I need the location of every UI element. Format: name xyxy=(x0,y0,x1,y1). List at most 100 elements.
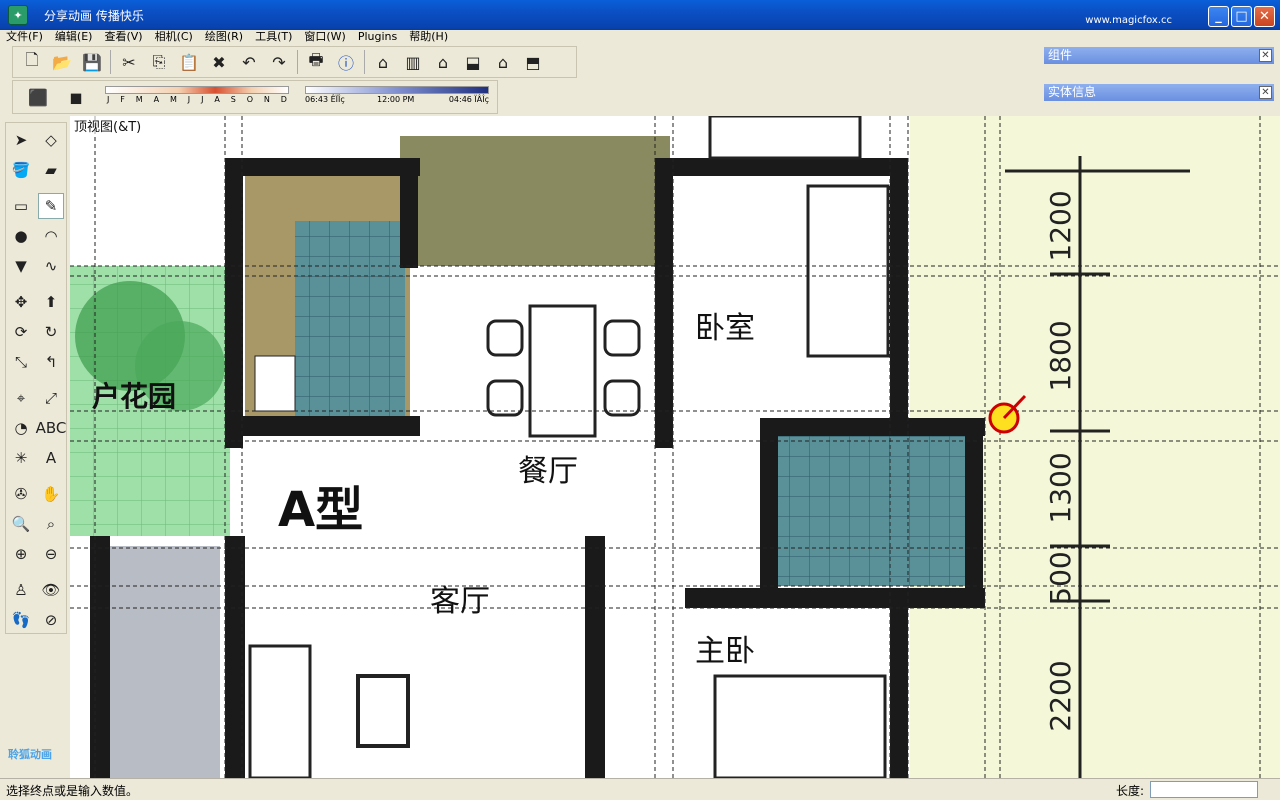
orbit-icon[interactable]: ✇ xyxy=(8,481,34,507)
components-panel[interactable]: 组件 ✕ xyxy=(1044,47,1274,64)
menu-camera[interactable]: 相机(C) xyxy=(149,30,199,44)
save-icon[interactable]: 💾 xyxy=(79,49,105,75)
length-input[interactable] xyxy=(1150,781,1258,798)
maximize-button[interactable]: □ xyxy=(1231,6,1252,27)
kitchen-tiles xyxy=(295,221,405,416)
walk-icon[interactable]: 👣 xyxy=(8,607,34,633)
menu-draw[interactable]: 绘图(R) xyxy=(199,30,249,44)
close-icon[interactable]: ✕ xyxy=(1259,49,1272,62)
open-folder-icon[interactable]: 📂 xyxy=(49,49,75,75)
dimension-label: 1300 xyxy=(1044,452,1077,523)
bedroom-label: 卧室 xyxy=(695,311,755,346)
month-label: A xyxy=(214,95,220,104)
shadow-toolbar: ⬛ ◼ J F M A M J J A S O N D 06:43 ÊÏÎç 1… xyxy=(12,80,498,114)
protractor-icon[interactable]: ◔ xyxy=(8,415,34,441)
drawing-toolbar: ➤ ◇ 🪣 ▰ ▭ ✎ ● ◠ ▼ ∿ ✥ ⬆ ⟳ ↻ ⤡ ↰ ⌖ ⤢ ◔ AB… xyxy=(5,122,67,634)
menu-plugins[interactable]: Plugins xyxy=(352,30,403,44)
menu-help[interactable]: 帮助(H) xyxy=(403,30,454,44)
menu-window[interactable]: 窗口(W) xyxy=(298,30,351,44)
master-label: 主卧 xyxy=(695,634,755,669)
right-view-icon[interactable]: ⬓ xyxy=(460,49,486,75)
paint-bucket-icon[interactable]: 🪣 xyxy=(8,157,34,183)
month-label: J xyxy=(187,95,191,104)
menu-bar: 文件(F) 编辑(E) 查看(V) 相机(C) 绘图(R) 工具(T) 窗口(W… xyxy=(0,30,1280,44)
menu-tools[interactable]: 工具(T) xyxy=(249,30,298,44)
menu-edit[interactable]: 编辑(E) xyxy=(49,30,99,44)
close-button[interactable]: ✕ xyxy=(1254,6,1275,27)
watermark-logo: 聆狐动画 xyxy=(8,748,52,761)
zoom-extents-icon[interactable]: ⊕ xyxy=(8,541,34,567)
menu-file[interactable]: 文件(F) xyxy=(0,30,49,44)
eraser-icon[interactable]: ▰ xyxy=(38,157,64,183)
look-around-icon[interactable]: 👁 xyxy=(38,577,64,603)
back-view-icon[interactable]: ⌂ xyxy=(490,49,516,75)
left-view-icon[interactable]: ⬒ xyxy=(520,49,546,75)
circle-icon[interactable]: ● xyxy=(8,223,34,249)
living-label: 客厅 xyxy=(430,584,490,619)
dining-table xyxy=(528,304,597,438)
components-panel-title: 组件 xyxy=(1048,48,1073,62)
chair xyxy=(486,319,524,357)
rectangle-icon[interactable]: ▭ xyxy=(8,193,34,219)
grey-room xyxy=(110,546,220,778)
text-icon[interactable]: ABC xyxy=(36,415,67,441)
freehand-icon[interactable]: ∿ xyxy=(38,253,64,279)
offset-icon[interactable]: ↰ xyxy=(38,349,64,375)
polygon-icon[interactable]: ▼ xyxy=(8,253,34,279)
master-bed xyxy=(713,674,887,778)
minimize-button[interactable]: _ xyxy=(1208,6,1229,27)
copy-icon[interactable]: ⎘ xyxy=(146,49,172,75)
pan-icon[interactable]: ✋ xyxy=(38,481,64,507)
scale-icon[interactable]: ⤡ xyxy=(8,349,34,375)
rotate-icon[interactable]: ⟳ xyxy=(8,319,34,345)
entity-info-panel-title: 实体信息 xyxy=(1048,85,1097,99)
3d-text-icon[interactable]: A xyxy=(38,445,64,471)
select-icon[interactable]: ➤ xyxy=(8,127,34,153)
previous-view-icon[interactable]: ⊖ xyxy=(38,541,64,567)
zoom-window-icon[interactable]: ⌕ xyxy=(38,511,64,537)
shadow-settings-icon[interactable]: ⬛ xyxy=(25,84,51,110)
month-label: M xyxy=(169,95,177,104)
chair xyxy=(603,379,641,417)
follow-me-icon[interactable]: ↻ xyxy=(38,319,64,345)
dimension-label: 2200 xyxy=(1044,660,1077,731)
model-info-icon[interactable]: ⓘ xyxy=(333,49,359,75)
toggle-shadows-icon[interactable]: ◼ xyxy=(63,84,89,110)
new-file-icon[interactable]: 🗋 xyxy=(19,49,45,75)
time-start-label: 06:43 ÊÏÎç xyxy=(305,95,345,104)
push-pull-icon[interactable]: ⬆ xyxy=(38,289,64,315)
zoom-icon[interactable]: 🔍 xyxy=(8,511,34,537)
tape-measure-icon[interactable]: ⌖ xyxy=(8,385,34,411)
pencil-icon[interactable]: ✎ xyxy=(38,193,64,219)
iso-view-icon[interactable]: ⌂ xyxy=(370,49,396,75)
make-component-icon[interactable]: ◇ xyxy=(38,127,64,153)
garden-label: 户花园 xyxy=(92,380,176,413)
section-plane-icon[interactable]: ⊘ xyxy=(38,607,64,633)
toolbar-separator xyxy=(297,50,298,74)
axes-icon[interactable]: ✳ xyxy=(8,445,34,471)
drawing-viewport[interactable]: 顶视图(&T) 户花园 餐厅 卧室 客厅 主卧 A型 1200 1800 130… xyxy=(70,116,1280,778)
undo-icon[interactable]: ↶ xyxy=(236,49,262,75)
dimension-icon[interactable]: ⤢ xyxy=(38,385,64,411)
length-label: 长度: xyxy=(1115,784,1144,798)
front-view-icon[interactable]: ⌂ xyxy=(430,49,456,75)
paste-icon[interactable]: 📋 xyxy=(176,49,202,75)
time-slider[interactable] xyxy=(305,86,489,94)
top-view-icon[interactable]: ▥ xyxy=(400,49,426,75)
close-icon[interactable]: ✕ xyxy=(1259,86,1272,99)
menu-view[interactable]: 查看(V) xyxy=(98,30,148,44)
cut-icon[interactable]: ✂ xyxy=(116,49,142,75)
chair xyxy=(486,379,524,417)
month-slider[interactable] xyxy=(105,86,289,94)
delete-icon[interactable]: ✖ xyxy=(206,49,232,75)
print-icon[interactable]: 🖶 xyxy=(303,49,329,75)
view-label: 顶视图(&T) xyxy=(74,116,142,135)
position-camera-icon[interactable]: ♙ xyxy=(8,577,34,603)
redo-icon[interactable]: ↷ xyxy=(266,49,292,75)
app-logo-icon[interactable]: ✦ xyxy=(8,5,28,25)
title-url: www.magicfox.cc xyxy=(1085,15,1172,26)
arc-icon[interactable]: ◠ xyxy=(38,223,64,249)
dimension-label: 1200 xyxy=(1044,190,1077,261)
move-icon[interactable]: ✥ xyxy=(8,289,34,315)
entity-info-panel[interactable]: 实体信息 ✕ xyxy=(1044,84,1274,101)
